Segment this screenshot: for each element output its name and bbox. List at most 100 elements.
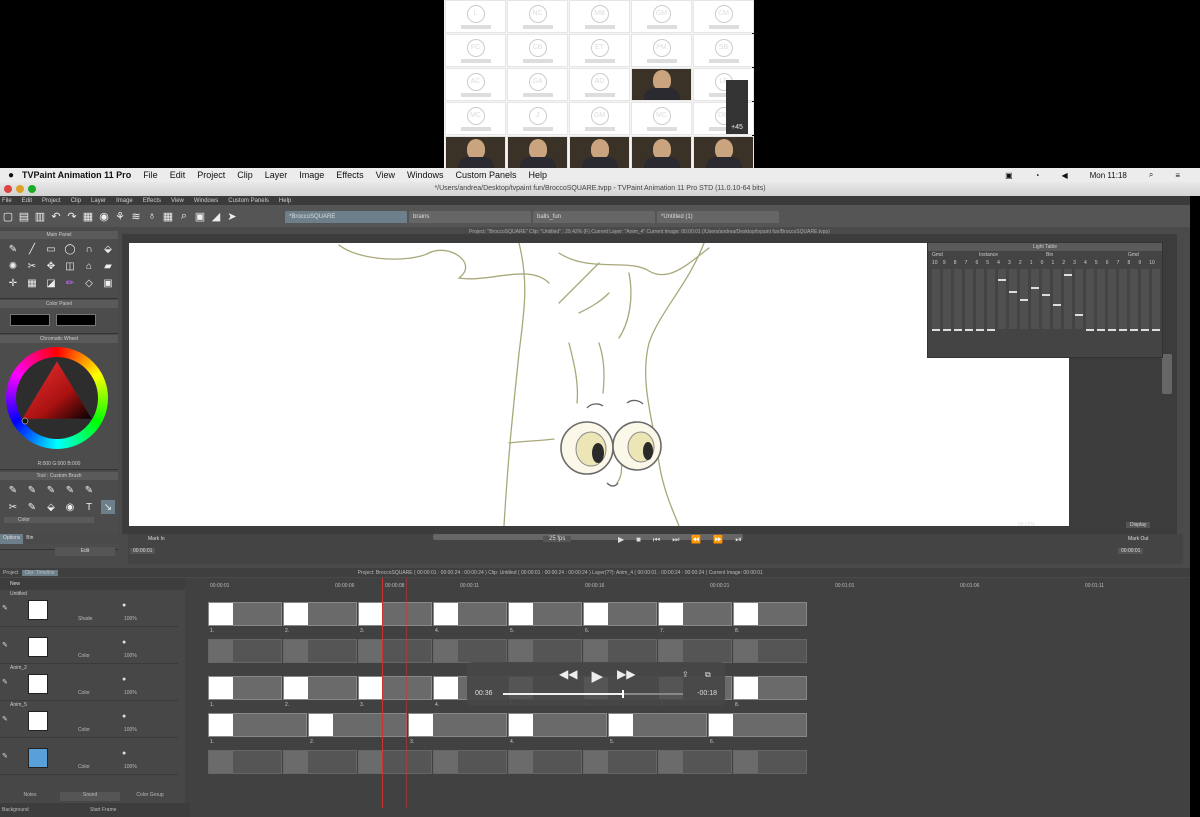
layers-icon[interactable]: ≋ — [129, 209, 143, 223]
eye-icon[interactable]: ● — [122, 713, 126, 720]
timeline-cel[interactable]: 5. — [608, 713, 707, 745]
timeline-cel[interactable] — [208, 639, 282, 663]
select-tool-icon[interactable]: ⌂ — [82, 259, 96, 273]
lt-slider-handle[interactable] — [1009, 291, 1017, 293]
keyboard-icon[interactable]: ▦ — [81, 209, 95, 223]
close-window-button[interactable] — [4, 185, 12, 193]
timeline-cel[interactable] — [508, 639, 582, 663]
sound-tab[interactable]: Sound — [60, 792, 120, 801]
participant-tile[interactable]: FC — [445, 34, 506, 67]
participant-tile[interactable]: CB — [507, 34, 568, 67]
open-document-icon[interactable]: ▤ — [17, 209, 31, 223]
lt-label-3[interactable]: Bin — [1046, 252, 1126, 258]
app-menu-clip[interactable]: Clip — [71, 198, 81, 204]
opacity-value[interactable]: 100% — [124, 690, 137, 696]
participant-tile[interactable]: GM — [631, 0, 692, 33]
lt-slider[interactable] — [987, 269, 995, 331]
blend-mode[interactable]: Color — [78, 653, 90, 659]
participant-tile[interactable]: MB — [569, 0, 630, 33]
zoom-icon[interactable]: ⌕ — [177, 209, 191, 223]
loop-button[interactable]: ⏯ — [735, 535, 741, 545]
fill-tool-icon[interactable]: ⬙ — [101, 242, 115, 256]
menu-help[interactable]: Help — [529, 170, 548, 180]
timeline-cel[interactable] — [208, 750, 282, 774]
undo-icon[interactable]: ↶ — [49, 209, 63, 223]
brush-tool-icon[interactable]: ✎ — [6, 242, 20, 256]
lt-slider[interactable] — [1141, 269, 1149, 331]
new-layer-button[interactable]: New — [0, 578, 185, 590]
pencil-icon[interactable]: ✎ — [2, 604, 8, 612]
timeline-cel[interactable] — [358, 750, 432, 774]
timeline-cel[interactable] — [583, 750, 657, 774]
lt-slider-handle[interactable] — [1152, 329, 1160, 331]
lt-offset[interactable]: 5 — [1095, 260, 1104, 266]
opacity-value[interactable]: 100% — [124, 616, 137, 622]
timeline-cel[interactable]: 2. — [283, 602, 357, 634]
stamp-tool-icon[interactable]: ▰ — [101, 259, 115, 273]
edit-button[interactable]: Edit — [55, 547, 115, 556]
lt-slider-handle[interactable] — [1086, 329, 1094, 331]
fps-selector[interactable]: 25 fps — [543, 536, 572, 542]
participant-tile[interactable]: CM — [693, 0, 754, 33]
lt-slider-handle[interactable] — [1097, 329, 1105, 331]
lt-slider[interactable] — [1075, 269, 1083, 329]
menu-file[interactable]: File — [143, 170, 158, 180]
blend-mode[interactable]: Color — [78, 764, 90, 770]
timeline-cel[interactable]: 4. — [508, 713, 607, 745]
video-scrubber[interactable] — [503, 690, 683, 698]
lt-slider-handle[interactable] — [1075, 314, 1083, 316]
project-tab[interactable]: Project — [3, 570, 19, 576]
timeline-cel[interactable] — [283, 639, 357, 663]
play-button[interactable]: ▶ — [618, 535, 624, 545]
lt-slider[interactable] — [1042, 269, 1050, 329]
participant-tile[interactable]: GA — [507, 68, 568, 101]
lt-offset[interactable]: 9 — [1138, 260, 1147, 266]
send-icon[interactable]: ➤ — [225, 209, 239, 223]
lt-slider-handle[interactable] — [1020, 299, 1028, 301]
zoom-level[interactable]: 59.52% — [1018, 522, 1035, 528]
participant-tile[interactable]: J — [507, 102, 568, 135]
lt-slider-handle[interactable] — [998, 279, 1006, 281]
participant-tile[interactable]: GM — [569, 102, 630, 135]
timeline-cel[interactable] — [658, 639, 732, 663]
lt-slider-handle[interactable] — [987, 329, 995, 331]
layer-row[interactable]: Untitled ✎ ● Shade 100% — [0, 590, 178, 627]
app-menu-layer[interactable]: Layer — [91, 198, 106, 204]
lt-slider[interactable] — [1119, 269, 1127, 331]
timeline-cel[interactable]: 8. — [733, 676, 807, 708]
lt-offset[interactable]: 1 — [1051, 260, 1060, 266]
layer-row[interactable]: Anim_5 ✎ ● Color 100% — [0, 701, 178, 738]
lt-label-4[interactable]: Gmd — [1128, 252, 1139, 258]
brush-panel-icon[interactable]: ⚘ — [113, 209, 127, 223]
brush-preset-9-icon[interactable]: ⬙ — [44, 500, 58, 514]
menu-custom-panels[interactable]: Custom Panels — [456, 170, 517, 180]
participant-video-tile[interactable] — [693, 136, 754, 172]
lt-slider[interactable] — [965, 269, 973, 331]
blend-mode[interactable]: Shade — [78, 616, 92, 622]
mask-tool-icon[interactable]: ▦ — [25, 276, 39, 290]
lt-slider-handle[interactable] — [965, 329, 973, 331]
prev-frame-button[interactable]: ⏪ — [691, 535, 701, 545]
menu-layer[interactable]: Layer — [265, 170, 288, 180]
ruler-icon[interactable]: ◢ — [209, 209, 223, 223]
lt-slider-handle[interactable] — [1064, 274, 1072, 276]
lt-slider[interactable] — [1108, 269, 1116, 331]
lt-offset[interactable]: 1 — [1030, 260, 1039, 266]
lt-slider[interactable] — [1130, 269, 1138, 331]
opacity-value[interactable]: 100% — [124, 727, 137, 733]
brush-preset-6-icon[interactable] — [101, 483, 115, 497]
mark-in-label[interactable]: Mark In — [148, 536, 165, 542]
pencil-icon[interactable]: ✎ — [2, 715, 8, 723]
lt-slider-handle[interactable] — [1108, 329, 1116, 331]
layer-row[interactable]: ✎ ● Color 100% — [0, 738, 178, 775]
primary-color-swatch[interactable] — [10, 314, 50, 326]
app-menu-effects[interactable]: Effects — [143, 198, 161, 204]
play-icon[interactable]: ▶ — [591, 667, 603, 685]
timeline-cel[interactable]: 1. — [208, 713, 307, 745]
participant-tile[interactable]: AD — [569, 68, 630, 101]
participant-tile[interactable]: L — [445, 0, 506, 33]
lt-slider-handle[interactable] — [1042, 294, 1050, 296]
new-document-icon[interactable]: ▢ — [1, 209, 15, 223]
color-group-tab[interactable]: Color Group — [120, 792, 180, 801]
save-icon[interactable]: ▥ — [33, 209, 47, 223]
